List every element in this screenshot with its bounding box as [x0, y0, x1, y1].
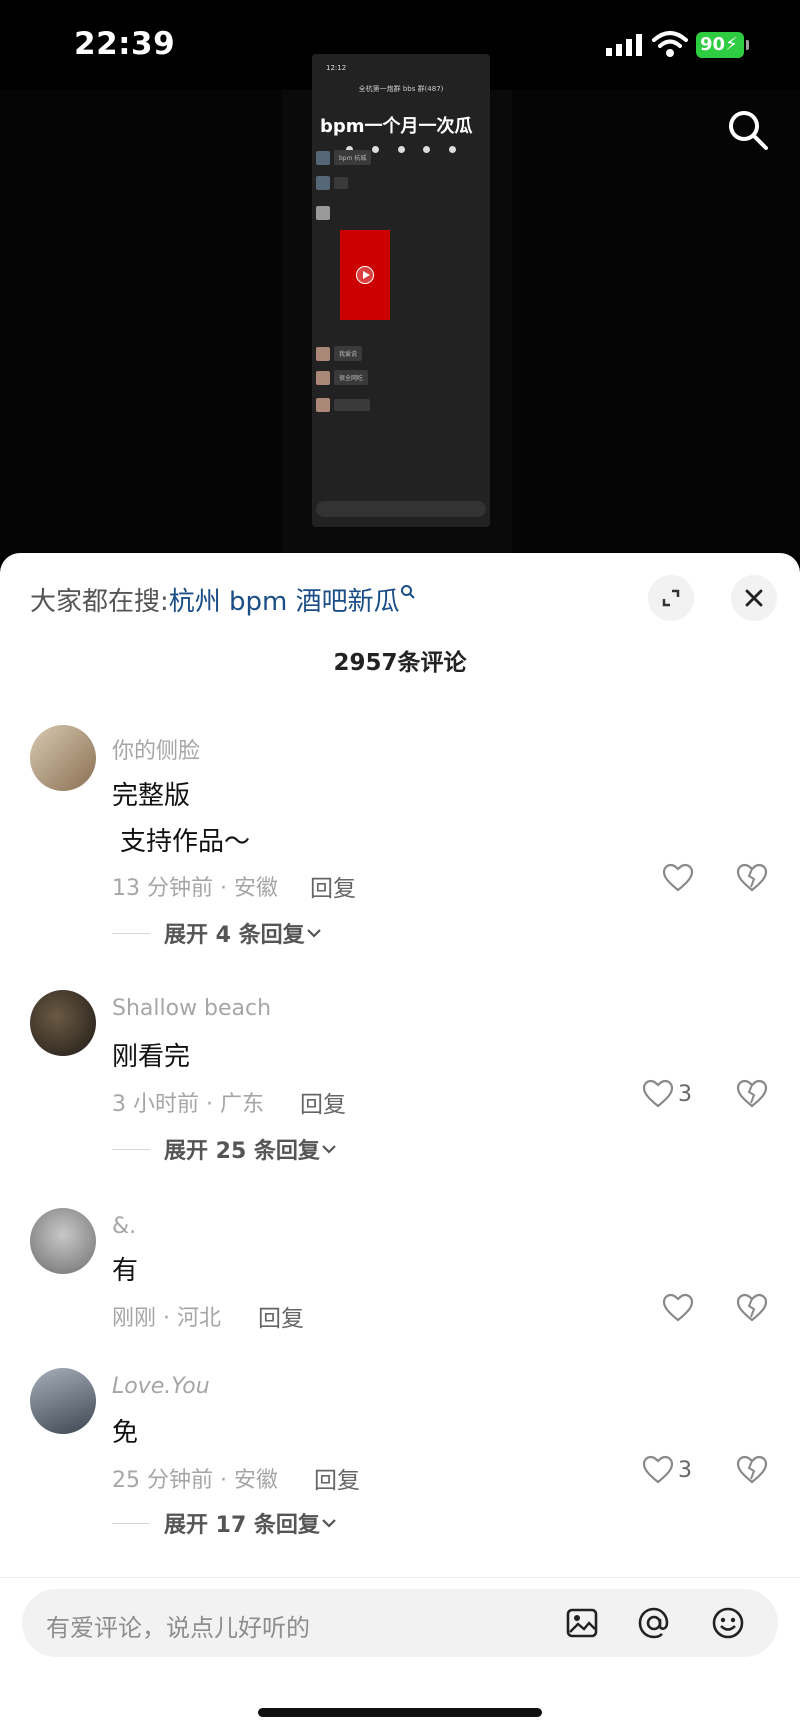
comment-text: 完整版 — [112, 781, 191, 811]
inner-bubble — [334, 177, 348, 189]
comment-username[interactable]: &. — [112, 1214, 136, 1239]
comment-count: 2957条评论 — [333, 650, 467, 676]
battery-tip — [746, 40, 749, 50]
play-icon — [356, 266, 374, 284]
like-button[interactable]: 3 — [642, 1079, 692, 1109]
like-button[interactable] — [662, 1293, 694, 1323]
chevron-down-icon — [322, 1145, 336, 1154]
like-count: 3 — [678, 1081, 692, 1107]
inner-message: 我爱说 — [316, 346, 363, 361]
inner-time: 12:12 — [326, 64, 347, 72]
avatar[interactable] — [30, 1368, 96, 1434]
expand-replies-button[interactable]: 展开 17 条回复 — [112, 1507, 338, 1539]
hot-search-prefix: 大家都在搜: — [30, 587, 169, 617]
video-content-screenshot: 12:12 全杭第一炮群 bbs 群(487) bpm一个月一次瓜 bpm 杭城… — [312, 54, 490, 527]
inner-message: 很全网吃 — [316, 370, 369, 385]
comment-text: 刚看完 — [112, 1042, 191, 1072]
wifi-icon — [652, 31, 688, 57]
comment-meta: 25 分钟前 · 安徽 — [112, 1468, 278, 1493]
status-time: 22:39 — [74, 26, 176, 62]
comment-sheet: 大家都在搜:杭州 bpm 酒吧新瓜 2957条评论 你的侧脸 完整版 支持作品～… — [0, 553, 800, 1730]
chevron-down-icon — [322, 1519, 336, 1528]
broken-heart-icon[interactable] — [736, 863, 768, 893]
expand-replies-label: 展开 17 条回复 — [164, 1513, 320, 1538]
expand-replies-label: 展开 4 条回复 — [164, 923, 305, 948]
inner-message — [316, 176, 348, 190]
video-title-overlay: bpm一个月一次瓜 — [320, 116, 473, 137]
inner-video-thumb — [340, 230, 390, 320]
at-icon[interactable] — [636, 1605, 672, 1641]
home-indicator — [258, 1708, 542, 1717]
inner-bubble — [334, 399, 370, 411]
comment-username[interactable]: 你的侧脸 — [112, 733, 200, 765]
inner-input — [316, 501, 486, 517]
reply-button[interactable]: 回复 — [314, 1461, 360, 1495]
comment-meta: 刚刚 · 河北 — [112, 1306, 221, 1331]
comment-meta: 13 分钟前 · 安徽 — [112, 876, 278, 901]
inner-message — [316, 398, 370, 412]
image-icon[interactable] — [564, 1605, 600, 1641]
hot-search-banner[interactable]: 大家都在搜:杭州 bpm 酒吧新瓜 — [30, 581, 416, 618]
close-icon — [745, 589, 763, 607]
like-button[interactable] — [662, 863, 694, 893]
inner-bubble: bpm 杭城 — [334, 150, 372, 165]
comment-username[interactable]: Shallow beach — [112, 996, 271, 1021]
chevron-down-icon — [306, 929, 321, 938]
expand-button[interactable] — [648, 575, 694, 621]
comment-input-placeholder: 有爱评论，说点儿好听的 — [46, 1614, 310, 1642]
like-count: 3 — [678, 1457, 692, 1483]
search-small-icon — [400, 585, 415, 600]
heart-icon — [662, 863, 694, 892]
inner-bubble: 很全网吃 — [334, 370, 369, 385]
comment-text: 有 — [112, 1256, 139, 1286]
comment-meta: 3 小时前 · 广东 — [112, 1092, 264, 1117]
inner-group-name: 全杭第一炮群 bbs 群(487) — [358, 85, 444, 93]
broken-heart-icon[interactable] — [736, 1455, 768, 1485]
heart-icon — [662, 1293, 694, 1322]
comment-text: 免 — [112, 1418, 139, 1448]
broken-heart-icon[interactable] — [736, 1079, 768, 1109]
close-button[interactable] — [731, 575, 777, 621]
battery-indicator: 90⚡ — [696, 32, 749, 58]
input-divider — [0, 1577, 800, 1578]
reply-button[interactable]: 回复 — [258, 1299, 304, 1333]
avatar[interactable] — [30, 990, 96, 1056]
expand-replies-button[interactable]: 展开 25 条回复 — [112, 1133, 338, 1165]
comment-input[interactable]: 有爱评论，说点儿好听的 — [22, 1589, 778, 1657]
signal-icon — [606, 34, 642, 56]
battery-level: 90 — [700, 34, 726, 55]
like-button[interactable]: 3 — [642, 1455, 692, 1485]
avatar[interactable] — [30, 1208, 96, 1274]
expand-replies-button[interactable]: 展开 4 条回复 — [112, 917, 323, 949]
heart-icon — [642, 1079, 674, 1108]
avatar[interactable] — [30, 725, 96, 791]
inner-bubble: 我爱说 — [334, 346, 363, 361]
inner-message: bpm 杭城 — [316, 150, 372, 165]
comment-username[interactable]: Love.You — [112, 1374, 210, 1399]
reply-button[interactable]: 回复 — [310, 869, 356, 903]
hot-search-term[interactable]: 杭州 bpm 酒吧新瓜 — [169, 587, 400, 617]
reply-button[interactable]: 回复 — [300, 1085, 346, 1119]
expand-replies-label: 展开 25 条回复 — [164, 1139, 320, 1164]
heart-icon — [642, 1455, 674, 1484]
emoji-icon[interactable] — [710, 1605, 746, 1641]
inner-message — [316, 206, 330, 220]
broken-heart-icon[interactable] — [736, 1293, 768, 1323]
search-icon[interactable] — [726, 108, 770, 152]
comment-text-line2: 支持作品～ — [120, 827, 251, 857]
charging-icon: ⚡ — [725, 34, 738, 55]
expand-icon — [662, 589, 680, 607]
